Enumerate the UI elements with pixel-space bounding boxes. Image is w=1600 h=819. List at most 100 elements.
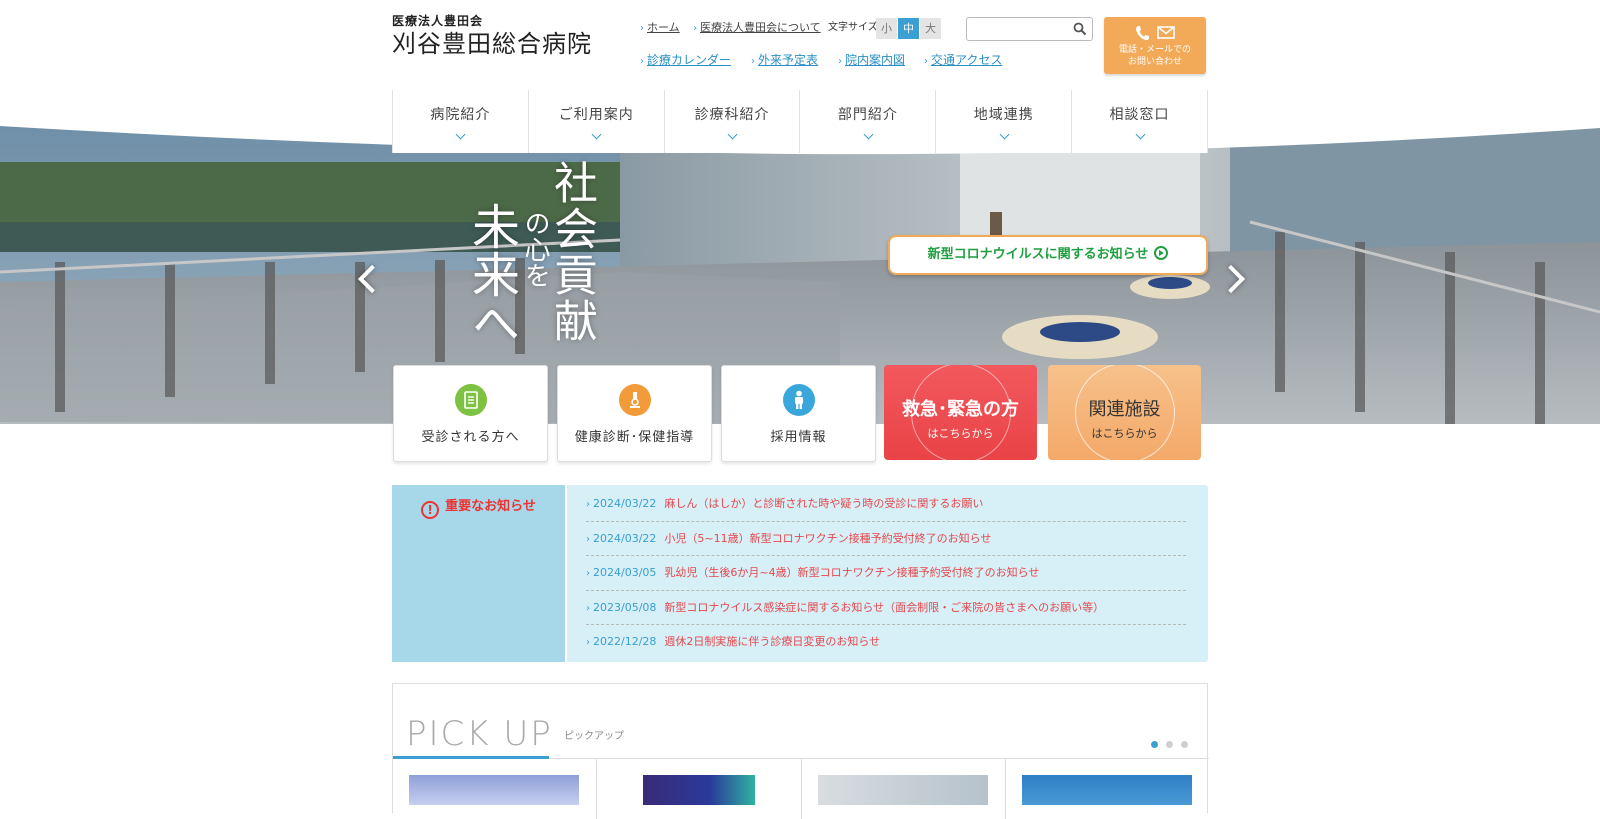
sub-link-access-wrap: › 交通アクセス — [924, 52, 1002, 70]
pickup-card-thumbnail — [1021, 775, 1192, 805]
chevron-right-icon: › — [586, 499, 590, 510]
sub-link-outpatient-wrap: › 外来予定表 — [751, 52, 818, 70]
notice-item[interactable]: › 2023/05/08 新型コロナウイルス感染症に関するお知らせ（面会制限・ご来院… — [586, 591, 1186, 625]
nav-item-consultation[interactable]: 相談窓口 — [1072, 90, 1208, 153]
pickup-card-thumbnail — [643, 775, 756, 805]
person-icon — [782, 384, 815, 416]
sub-link-floor-guide[interactable]: 院内案内図 — [845, 53, 905, 67]
nav-item-departments[interactable]: 診療科紹介 — [665, 90, 801, 153]
pickup-dot-2[interactable] — [1166, 741, 1173, 748]
contact-line2: お問い合わせ — [1127, 57, 1182, 67]
nav-item-label: 相談窓口 — [1109, 107, 1170, 123]
tile-checkup[interactable]: 健康診断･保健指導 — [557, 365, 712, 462]
notice-item[interactable]: › 2024/03/22 麻しん（はしか）と診断された時や疑う時の受診に関するお願い — [586, 487, 1186, 522]
chevron-right-icon: › — [693, 23, 697, 34]
chevron-right-icon: › — [586, 637, 590, 648]
sub-link-calendar[interactable]: 診療カレンダー — [647, 53, 731, 67]
play-circle-icon — [1154, 246, 1169, 260]
search-input[interactable] — [971, 18, 1071, 41]
sub-link-floor-guide-wrap: › 院内案内図 — [838, 52, 905, 70]
sub-link-outpatient[interactable]: 外来予定表 — [758, 53, 818, 67]
pickup-card[interactable] — [393, 759, 598, 819]
util-link-home[interactable]: ホーム — [647, 21, 680, 34]
phone-icon — [1135, 26, 1149, 41]
tile-emergency-sub: はこちらから — [927, 427, 994, 440]
global-nav: 病院紹介 ご利用案内 診療科紹介 部門紹介 地域連携 相談窓口 — [392, 90, 1208, 153]
notice-date: 2022/12/28 — [593, 635, 657, 648]
site-logo[interactable]: 医療法人豊田会 刈谷豊田総合病院 — [392, 14, 592, 59]
nav-item-hospital-intro[interactable]: 病院紹介 — [393, 90, 529, 153]
tile-related-sub: はこちらから — [1091, 427, 1158, 440]
important-notice-panel: ! 重要なお知らせ › 2024/03/22 麻しん（はしか）と診断された時や疑う時の… — [392, 485, 1208, 662]
notice-heading-block: ! 重要なお知らせ — [392, 485, 567, 662]
nav-item-label: 地域連携 — [973, 107, 1034, 123]
pickup-card[interactable] — [1006, 759, 1209, 819]
font-size-small-button[interactable]: 小 — [876, 18, 897, 39]
font-size-label: 文字サイズ — [828, 22, 878, 33]
chevron-right-icon: › — [924, 56, 928, 67]
chevron-down-icon — [1135, 129, 1145, 140]
util-link-about[interactable]: 医療法人豊田会について — [700, 21, 821, 34]
tile-recruit-label: 採用情報 — [770, 430, 827, 445]
notice-date: 2024/03/05 — [593, 566, 657, 579]
tile-related-title: 関連施設 — [1088, 399, 1161, 420]
util-link-about-wrap: › 医療法人豊田会について — [693, 20, 821, 37]
tile-emergency-title: 救急･緊急の方 — [902, 399, 1019, 420]
chevron-down-icon — [727, 129, 738, 140]
covid-banner-label: 新型コロナウイルスに関するお知らせ — [927, 247, 1149, 262]
chevron-down-icon — [455, 129, 466, 140]
contact-button[interactable]: 電話・メールでの お問い合わせ — [1104, 17, 1206, 74]
nav-item-label: 病院紹介 — [430, 107, 491, 123]
chevron-down-icon — [863, 129, 874, 140]
logo-hospital-name: 刈谷豊田総合病院 — [392, 30, 592, 58]
tile-visit[interactable]: 受診される方へ — [393, 365, 548, 462]
nav-item-usage-guide[interactable]: ご利用案内 — [529, 90, 665, 153]
notice-item[interactable]: › 2024/03/05 乳幼児（生後6か月~4歳）新型コロナワクチン接種予約受付終… — [586, 556, 1186, 591]
notice-text[interactable]: 乳幼児（生後6か月~4歳）新型コロナワクチン接種予約受付終了のお知らせ — [664, 566, 1039, 579]
notice-text[interactable]: 新型コロナウイルス感染症に関するお知らせ（面会制限・ご来院の皆さまへのお願い等） — [664, 601, 1104, 614]
nav-item-community[interactable]: 地域連携 — [936, 90, 1073, 153]
sub-link-calendar-wrap: › 診療カレンダー — [640, 52, 731, 70]
notice-heading: ! 重要なお知らせ — [421, 495, 536, 519]
covid-notice-banner[interactable]: 新型コロナウイルスに関するお知らせ — [888, 235, 1208, 275]
tile-emergency[interactable]: 救急･緊急の方 はこちらから — [884, 365, 1037, 460]
hero-copy-line3: 未来へ — [463, 202, 519, 346]
search-icon[interactable] — [1073, 22, 1087, 36]
notice-date: 2024/03/22 — [593, 497, 657, 510]
contact-line1: 電話・メールでの — [1118, 45, 1191, 55]
chevron-down-icon — [591, 129, 602, 140]
notice-item[interactable]: › 2024/03/22 小児（5~11歳）新型コロナワクチン接種予約受付終了のお知… — [586, 522, 1186, 556]
chevron-right-icon: › — [838, 56, 842, 67]
contact-icons — [1104, 25, 1206, 41]
sub-link-access[interactable]: 交通アクセス — [931, 53, 1002, 67]
hero-copy-line1: 社会貢献 — [546, 160, 597, 344]
pickup-card-thumbnail — [817, 775, 988, 805]
microscope-icon — [618, 384, 651, 416]
site-header: 医療法人豊田会 刈谷豊田総合病院 › ホーム › 医療法人豊田会について 文字サイズ… — [0, 0, 1600, 90]
notice-text[interactable]: 週休2日制実施に伴う診療日変更のお知らせ — [664, 635, 880, 648]
notice-text[interactable]: 小児（5~11歳）新型コロナワクチン接種予約受付終了のお知らせ — [664, 532, 991, 545]
notice-heading-label: 重要なお知らせ — [445, 499, 536, 514]
notice-item[interactable]: › 2022/12/28 週休2日制実施に伴う診療日変更のお知らせ — [586, 625, 1186, 660]
search-box — [966, 17, 1093, 41]
pickup-card[interactable] — [802, 759, 1006, 819]
document-icon — [454, 384, 487, 416]
notice-text[interactable]: 麻しん（はしか）と診断された時や疑う時の受診に関するお願い — [664, 497, 983, 510]
tile-visit-label: 受診される方へ — [421, 430, 520, 445]
nav-item-divisions[interactable]: 部門紹介 — [800, 90, 937, 153]
util-link-home-wrap: › ホーム — [640, 20, 680, 37]
pickup-card[interactable] — [597, 759, 802, 819]
tile-recruit[interactable]: 採用情報 — [721, 365, 876, 462]
pickup-card-thumbnail — [409, 775, 579, 805]
nav-item-label: 部門紹介 — [837, 107, 898, 123]
mail-icon — [1157, 26, 1175, 39]
font-size-large-button[interactable]: 大 — [920, 18, 941, 39]
pickup-dot-3[interactable] — [1181, 741, 1188, 748]
hero-copy-line2: の心を — [520, 210, 550, 288]
notice-list: › 2024/03/22 麻しん（はしか）と診断された時や疑う時の受診に関するお願い… — [586, 487, 1186, 660]
pickup-dot-1[interactable] — [1151, 741, 1158, 748]
tile-related-facilities[interactable]: 関連施設 はこちらから — [1048, 365, 1201, 460]
nav-item-label: ご利用案内 — [558, 107, 634, 123]
logo-org-name: 医療法人豊田会 — [392, 14, 484, 28]
font-size-medium-button[interactable]: 中 — [898, 18, 919, 39]
